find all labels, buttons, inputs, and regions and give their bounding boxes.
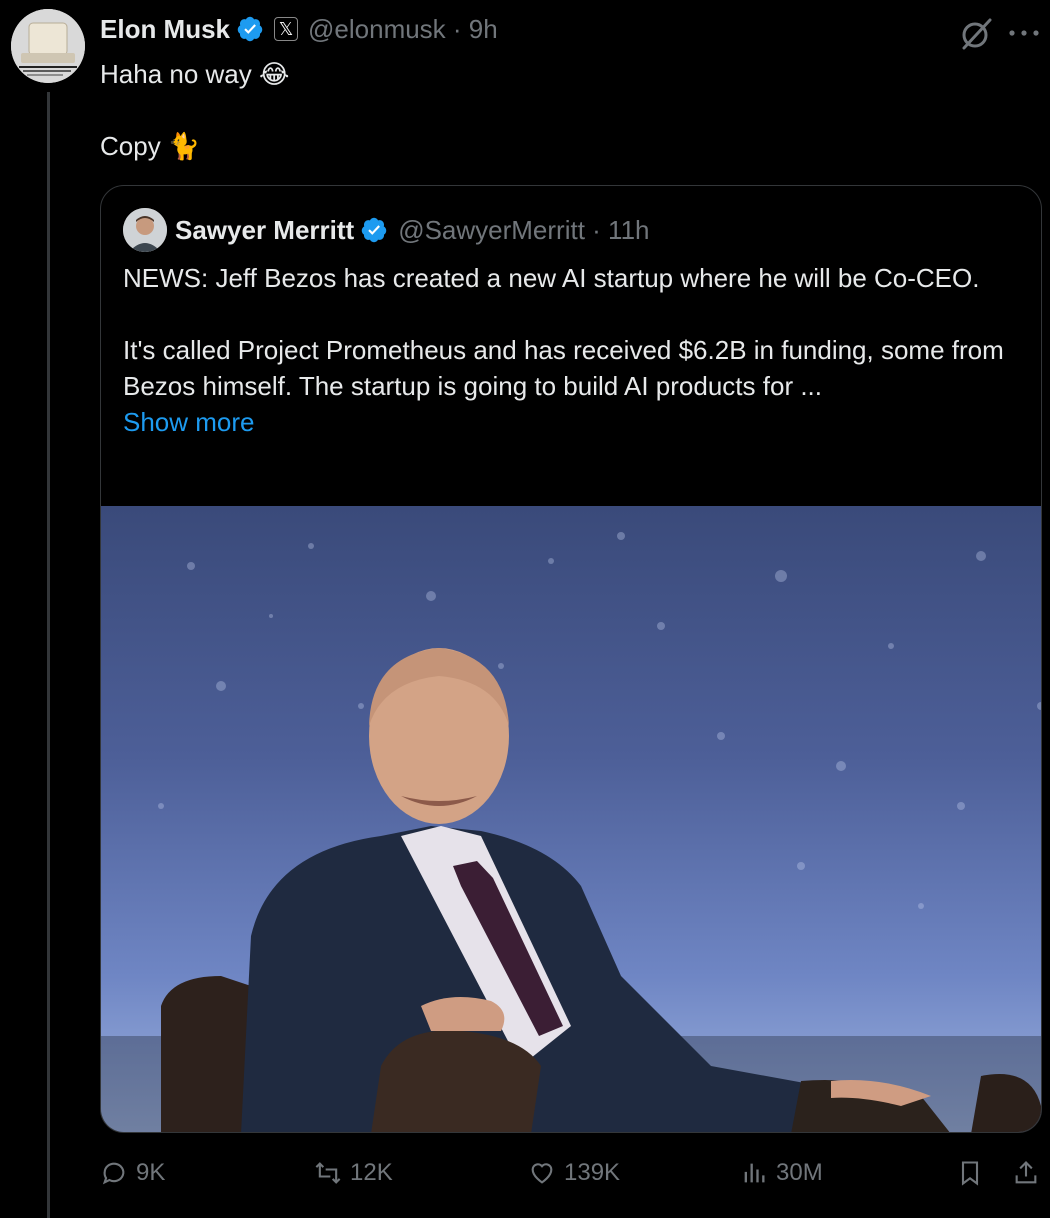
views-count: 30M [776,1159,823,1186]
quoted-paragraph-2: It's called Project Prometheus and has r… [123,335,1004,401]
reply-button[interactable]: 9K [100,1159,165,1187]
author-avatar[interactable] [11,9,85,83]
author-handle[interactable]: @elonmusk · 9h [308,14,498,45]
reply-icon [102,1162,125,1185]
quoted-tweet[interactable]: Sawyer Merritt @SawyerMerritt · 11h NEWS… [100,185,1042,1133]
views-icon [744,1163,765,1183]
repost-count: 12K [350,1159,393,1186]
thread-line [47,92,50,1218]
quoted-author-avatar[interactable] [123,208,167,252]
tweet-header: Elon Musk 𝕏 @elonmusk · 9h [100,12,498,46]
grok-icon[interactable] [958,16,994,52]
tweet-text: Haha no way 😂 Copy 🐈 [100,59,290,161]
like-button[interactable]: 139K [528,1159,620,1187]
x-logo-icon: 𝕏 [274,17,299,41]
views-button[interactable]: 30M [740,1159,823,1187]
bookmark-icon [961,1161,979,1186]
verified-badge-icon [237,16,263,42]
show-more-link[interactable]: Show more [123,404,1023,440]
quoted-header: Sawyer Merritt @SawyerMerritt · 11h [175,213,650,247]
quoted-text: NEWS: Jeff Bezos has created a new AI st… [123,260,1023,440]
share-icon [1015,1161,1037,1184]
more-icon[interactable] [1004,28,1044,38]
quoted-photo[interactable] [101,506,1041,1132]
repost-icon [315,1162,341,1184]
quoted-author-name[interactable]: Sawyer Merritt [175,215,354,246]
reply-count: 9K [136,1159,166,1186]
like-icon [531,1163,553,1184]
tweet-time: 9h [468,13,498,44]
quoted-paragraph-1: NEWS: Jeff Bezos has created a new AI st… [123,263,980,293]
author-name[interactable]: Elon Musk [100,14,230,45]
share-button[interactable] [1012,1159,1048,1187]
quoted-time: 11h [608,214,650,245]
action-bar: 9K 12K 139K 30M [100,1155,1045,1195]
verified-badge-icon [361,217,387,243]
bookmark-button[interactable] [956,1159,992,1187]
repost-button[interactable]: 12K [314,1159,393,1187]
like-count: 139K [564,1159,621,1186]
quoted-author-handle[interactable]: @SawyerMerritt · 11h [398,215,649,246]
